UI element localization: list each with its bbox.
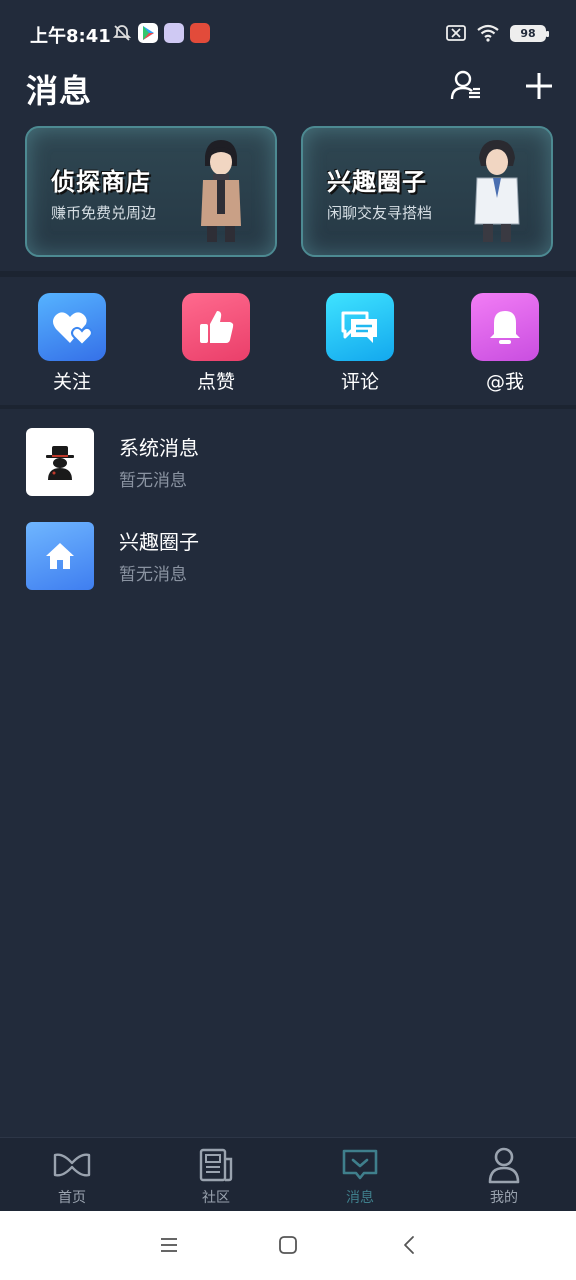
tab-me[interactable]: 我的 xyxy=(432,1138,576,1212)
banner-title: 兴趣圈子 xyxy=(327,168,427,196)
quick-action-follow[interactable]: 关注 xyxy=(22,293,122,394)
status-bar: 上午8:41 98 xyxy=(0,0,576,62)
square-icon xyxy=(279,1236,297,1254)
contacts-button[interactable] xyxy=(446,66,486,106)
message-title: 系统消息 xyxy=(119,436,199,460)
battery-indicator: 98 xyxy=(510,24,549,42)
page-title: 消息 xyxy=(26,72,93,110)
banner-detective-shop[interactable]: 侦探商店 赚币免费兑周边 xyxy=(25,126,277,257)
thumbs-up-icon xyxy=(182,293,250,361)
section-divider xyxy=(0,405,576,409)
tab-label: 消息 xyxy=(346,1190,374,1206)
newspaper-icon xyxy=(196,1146,236,1184)
person-icon xyxy=(484,1146,524,1184)
tab-label: 社区 xyxy=(202,1190,230,1206)
quick-action-label: @我 xyxy=(485,371,524,393)
tab-label: 首页 xyxy=(58,1190,86,1206)
list-item-interest-circle[interactable]: 兴趣圈子 暂无消息 xyxy=(0,522,576,602)
home-icon xyxy=(26,522,94,590)
contacts-icon xyxy=(450,70,480,100)
app-icon xyxy=(164,23,184,43)
home-button[interactable] xyxy=(274,1233,302,1257)
tab-home[interactable]: 首页 xyxy=(0,1138,144,1212)
detective-icon xyxy=(26,428,94,496)
banner-title: 侦探商店 xyxy=(51,168,151,196)
status-time: 上午8:41 xyxy=(30,26,111,47)
message-icon xyxy=(340,1146,380,1184)
menu-icon xyxy=(161,1238,177,1252)
add-button[interactable] xyxy=(519,66,559,106)
status-system-icons: 98 xyxy=(446,24,549,42)
tab-label: 我的 xyxy=(490,1190,518,1206)
quick-action-label: 关注 xyxy=(52,371,91,393)
play-store-icon xyxy=(138,23,158,43)
quick-action-label: 点赞 xyxy=(196,371,235,393)
plus-icon xyxy=(526,73,552,99)
bell-icon xyxy=(471,293,539,361)
tab-messages[interactable]: 消息 xyxy=(288,1138,432,1212)
recent-apps-button[interactable] xyxy=(155,1233,183,1257)
shop-app-icon xyxy=(190,23,210,43)
banner-subtitle: 赚币免费兑周边 xyxy=(51,204,157,222)
heart-icon xyxy=(38,293,106,361)
quick-action-mention[interactable]: @我 xyxy=(455,293,555,394)
character-illustration xyxy=(474,140,520,242)
banner-subtitle: 闲聊交友寻搭档 xyxy=(327,204,433,222)
character-illustration xyxy=(201,140,241,242)
quick-action-like[interactable]: 点赞 xyxy=(166,293,266,394)
wifi-icon xyxy=(477,24,499,42)
message-title: 兴趣圈子 xyxy=(119,530,199,554)
alarm-off-icon xyxy=(112,25,132,41)
tab-community[interactable]: 社区 xyxy=(144,1138,288,1212)
mask-icon xyxy=(52,1146,92,1184)
message-preview: 暂无消息 xyxy=(119,471,187,491)
banner-interest-circle[interactable]: 兴趣圈子 闲聊交友寻搭档 xyxy=(301,126,553,257)
quick-action-comment[interactable]: 评论 xyxy=(310,293,410,394)
back-button[interactable] xyxy=(395,1233,423,1257)
sim-off-icon xyxy=(446,25,466,41)
status-notification-icons xyxy=(112,23,210,43)
chevron-left-icon xyxy=(404,1236,414,1254)
message-preview: 暂无消息 xyxy=(119,565,187,585)
system-navigation-bar xyxy=(0,1211,576,1280)
quick-action-label: 评论 xyxy=(340,371,379,393)
battery-level: 98 xyxy=(520,26,536,40)
section-divider xyxy=(0,271,576,277)
bottom-tab-bar: 首页 社区 消息 我的 xyxy=(0,1137,576,1211)
list-item-system-messages[interactable]: 系统消息 暂无消息 xyxy=(0,428,576,508)
comment-icon xyxy=(326,293,394,361)
